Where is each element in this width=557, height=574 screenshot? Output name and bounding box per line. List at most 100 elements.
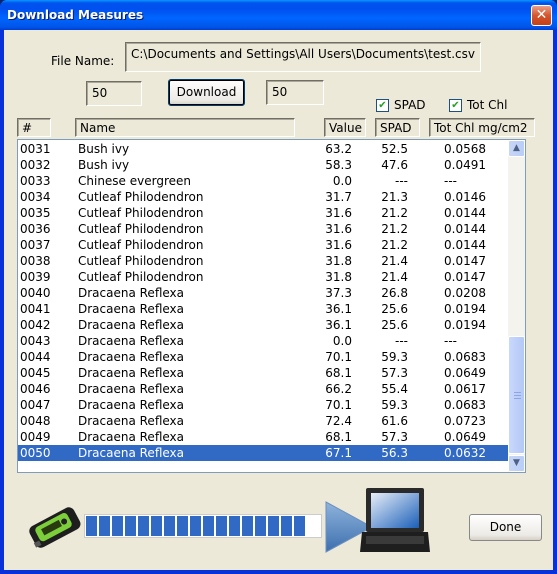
- table-row[interactable]: 0050 Dracaena Reflexa 67.1 56.3 0.0632: [18, 445, 508, 461]
- progress-block: [164, 516, 175, 536]
- cell-name: Cutleaf Philodendron: [78, 238, 204, 252]
- table-row[interactable]: 0037 Cutleaf Philodendron 31.6 21.2 0.0144: [18, 237, 508, 253]
- cell-chl: ---: [444, 334, 457, 348]
- cell-name: Dracaena Reflexa: [78, 350, 185, 364]
- tot-chl-checkbox[interactable]: ✔ Tot Chl: [449, 98, 507, 112]
- cell-num: 0047: [20, 398, 51, 412]
- start-count-field[interactable]: 50: [86, 81, 142, 106]
- progress-block: [216, 516, 227, 536]
- cell-name: Cutleaf Philodendron: [78, 190, 204, 204]
- cell-name: Cutleaf Philodendron: [78, 222, 204, 236]
- progress-block: [203, 516, 214, 536]
- cell-name: Cutleaf Philodendron: [78, 206, 204, 220]
- cell-name: Chinese evergreen: [78, 174, 192, 188]
- table-row[interactable]: 0036 Cutleaf Philodendron 31.6 21.2 0.0144: [18, 221, 508, 237]
- file-name-field[interactable]: C:\Documents and Settings\All Users\Docu…: [125, 42, 481, 72]
- cell-chl: 0.0617: [444, 382, 486, 396]
- cell-name: Cutleaf Philodendron: [78, 254, 204, 268]
- cell-num: 0046: [20, 382, 51, 396]
- measurements-list[interactable]: 0031 Bush ivy 63.2 52.5 0.0568 0032 Bush ivy 58…: [17, 139, 526, 473]
- scroll-up-button[interactable]: ▲: [508, 140, 525, 157]
- cell-name: Dracaena Reflexa: [78, 334, 185, 348]
- cell-spad: 59.3: [381, 350, 408, 364]
- cell-spad: 21.4: [381, 270, 408, 284]
- spad-checkbox-label: SPAD: [394, 98, 426, 112]
- cell-spad: ---: [395, 174, 408, 188]
- column-header-tot-chl[interactable]: Tot Chl mg/cm2: [429, 118, 535, 137]
- cell-name: Dracaena Reflexa: [78, 286, 185, 300]
- column-header-value[interactable]: Value: [324, 118, 366, 137]
- cell-chl: 0.0649: [444, 366, 486, 380]
- cell-chl: 0.0649: [444, 430, 486, 444]
- cell-name: Dracaena Reflexa: [78, 414, 185, 428]
- table-row[interactable]: 0040 Dracaena Reflexa 37.3 26.8 0.0208: [18, 285, 508, 301]
- progress-block: [268, 516, 279, 536]
- cell-name: Dracaena Reflexa: [78, 430, 185, 444]
- cell-name: Dracaena Reflexa: [78, 318, 185, 332]
- window-title: Download Measures: [7, 8, 144, 22]
- vertical-scrollbar[interactable]: ▲ ▼: [508, 140, 525, 472]
- table-row[interactable]: 0048 Dracaena Reflexa 72.4 61.6 0.0723: [18, 413, 508, 429]
- cell-spad: 47.6: [381, 158, 408, 172]
- end-count-field[interactable]: 50: [266, 80, 324, 105]
- close-button[interactable]: ✕: [531, 5, 552, 26]
- file-name-label: File Name:: [51, 54, 115, 68]
- table-row[interactable]: 0043 Dracaena Reflexa 0.0 --- ---: [18, 333, 508, 349]
- cell-num: 0044: [20, 350, 51, 364]
- cell-val: 31.6: [325, 238, 352, 252]
- progress-block: [294, 516, 305, 536]
- spad-checkbox[interactable]: ✔ SPAD: [376, 98, 426, 112]
- title-bar[interactable]: Download Measures ✕: [0, 0, 557, 30]
- dialog-body: File Name: C:\Documents and Settings\All…: [4, 30, 553, 570]
- cell-spad: 56.3: [381, 446, 408, 460]
- download-button[interactable]: Download: [168, 79, 245, 106]
- cell-num: 0036: [20, 222, 51, 236]
- table-row[interactable]: 0041 Dracaena Reflexa 36.1 25.6 0.0194: [18, 301, 508, 317]
- cell-num: 0042: [20, 318, 51, 332]
- table-row[interactable]: 0045 Dracaena Reflexa 68.1 57.3 0.0649: [18, 365, 508, 381]
- done-button[interactable]: Done: [469, 514, 542, 541]
- table-row[interactable]: 0046 Dracaena Reflexa 66.2 55.4 0.0617: [18, 381, 508, 397]
- cell-name: Dracaena Reflexa: [78, 302, 185, 316]
- scrollbar-thumb[interactable]: [508, 336, 525, 454]
- cell-chl: 0.0144: [444, 222, 486, 236]
- cell-val: 31.6: [325, 206, 352, 220]
- progress-block: [151, 516, 162, 536]
- cell-num: 0037: [20, 238, 51, 252]
- cell-num: 0039: [20, 270, 51, 284]
- cell-num: 0038: [20, 254, 51, 268]
- cell-num: 0035: [20, 206, 51, 220]
- column-header-spad[interactable]: SPAD: [375, 118, 420, 137]
- tot-chl-checkbox-label: Tot Chl: [467, 98, 508, 112]
- cell-name: Bush ivy: [78, 142, 130, 156]
- table-row[interactable]: 0044 Dracaena Reflexa 70.1 59.3 0.0683: [18, 349, 508, 365]
- column-header-name[interactable]: Name: [75, 118, 295, 137]
- table-row[interactable]: 0038 Cutleaf Philodendron 31.8 21.4 0.0147: [18, 253, 508, 269]
- table-row[interactable]: 0039 Cutleaf Philodendron 31.8 21.4 0.0147: [18, 269, 508, 285]
- table-row[interactable]: 0032 Bush ivy 58.3 47.6 0.0491: [18, 157, 508, 173]
- cell-spad: 52.5: [381, 142, 408, 156]
- table-row[interactable]: 0049 Dracaena Reflexa 68.1 57.3 0.0649: [18, 429, 508, 445]
- cell-num: 0040: [20, 286, 51, 300]
- cell-val: 31.6: [325, 222, 352, 236]
- table-row[interactable]: 0033 Chinese evergreen 0.0 --- ---: [18, 173, 508, 189]
- table-row[interactable]: 0034 Cutleaf Philodendron 31.7 21.3 0.0146: [18, 189, 508, 205]
- cell-val: 31.8: [325, 270, 352, 284]
- scroll-down-button[interactable]: ▼: [508, 455, 525, 472]
- table-row[interactable]: 0031 Bush ivy 63.2 52.5 0.0568: [18, 141, 508, 157]
- cell-chl: 0.0194: [444, 318, 486, 332]
- column-header-number[interactable]: #: [17, 118, 51, 137]
- cell-spad: 61.6: [381, 414, 408, 428]
- chevron-down-icon: ▼: [513, 458, 520, 468]
- table-row[interactable]: 0047 Dracaena Reflexa 70.1 59.3 0.0683: [18, 397, 508, 413]
- cell-val: 36.1: [325, 302, 352, 316]
- cell-num: 0031: [20, 142, 51, 156]
- cell-val: 72.4: [325, 414, 352, 428]
- table-row[interactable]: 0042 Dracaena Reflexa 36.1 25.6 0.0194: [18, 317, 508, 333]
- cell-chl: 0.0146: [444, 190, 486, 204]
- cell-chl: 0.0144: [444, 206, 486, 220]
- cell-name: Cutleaf Philodendron: [78, 270, 204, 284]
- table-row[interactable]: 0035 Cutleaf Philodendron 31.6 21.2 0.0144: [18, 205, 508, 221]
- download-measures-window: Download Measures ✕ File Name: C:\Docume…: [0, 0, 557, 574]
- cell-val: 0.0: [332, 334, 352, 348]
